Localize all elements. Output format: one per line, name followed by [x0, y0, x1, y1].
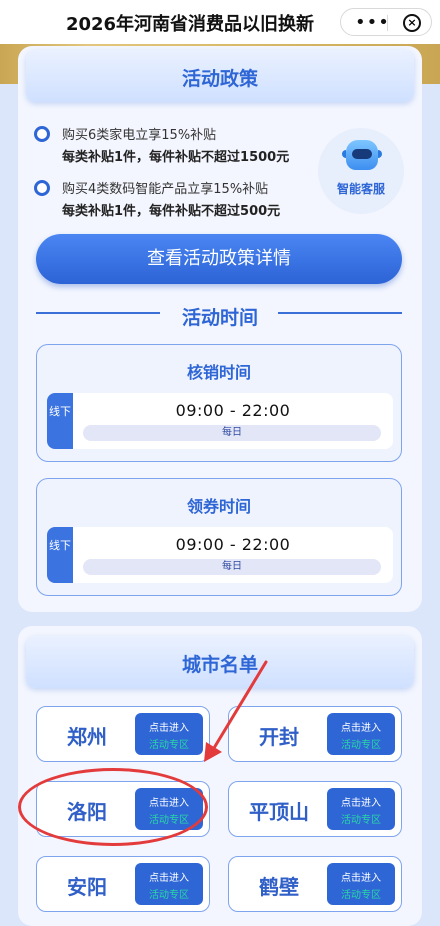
enter-zone-line1: 点击进入 [149, 873, 189, 884]
more-icon[interactable]: ••• [355, 12, 390, 33]
close-icon[interactable]: × [403, 14, 421, 32]
city-name: 平顶山 [249, 800, 309, 824]
enter-zone-line2: 活动专区 [149, 815, 189, 826]
coupon-time-title: 领券时间 [186, 497, 251, 516]
coupon-time-daily: 每日 [83, 559, 381, 575]
redeem-time-daily: 每日 [83, 425, 381, 441]
enter-zone-line1: 点击进入 [149, 798, 189, 809]
redeem-time-title: 核销时间 [186, 363, 251, 382]
bullet-icon [34, 126, 50, 142]
policy-detail-button[interactable]: 查看活动政策详情 [36, 234, 402, 284]
smart-assistant-button[interactable]: 智能客服 [318, 128, 404, 214]
policy-item-2-line2: 每类补贴1件，每件补贴不超过500元 [62, 204, 281, 219]
coupon-time-slot: 线下 09:00 - 22:00 每日 [47, 527, 393, 583]
top-bar: 2026年河南省消费品以旧换新 ••• × [0, 0, 440, 44]
enter-zone-button[interactable]: 点击进入 活动专区 [327, 863, 395, 905]
enter-zone-line1: 点击进入 [149, 723, 189, 734]
schedule-title: 活动时间 [181, 307, 258, 329]
policy-item-1-line1: 购买6类家电立享15%补贴 [62, 128, 217, 143]
policy-header-title: 活动政策 [181, 68, 258, 90]
coupon-time-card: 领券时间 线下 09:00 - 22:00 每日 [36, 478, 402, 596]
enter-zone-button[interactable]: 点击进入 活动专区 [327, 788, 395, 830]
policy-item-2-line1: 购买4类数码智能产品立享15%补贴 [62, 182, 269, 197]
enter-zone-line1: 点击进入 [341, 798, 381, 809]
city-name: 洛阳 [67, 800, 107, 824]
city-card-anyang[interactable]: 安阳 点击进入 活动专区 [36, 856, 210, 912]
redeem-time-card: 核销时间 线下 09:00 - 22:00 每日 [36, 344, 402, 462]
capsule-divider [387, 15, 388, 31]
coupon-time-range: 09:00 - 22:00 [175, 535, 291, 554]
enter-zone-line2: 活动专区 [149, 740, 189, 751]
page-title: 2026年河南省消费品以旧换新 [65, 14, 315, 35]
offline-tag: 线下 [47, 393, 73, 449]
enter-zone-button[interactable]: 点击进入 活动专区 [135, 713, 203, 755]
offline-tag: 线下 [47, 527, 73, 583]
city-card-luoyang[interactable]: 洛阳 点击进入 活动专区 [36, 781, 210, 837]
enter-zone-line2: 活动专区 [341, 890, 381, 901]
city-name: 郑州 [67, 725, 107, 749]
mini-program-capsule: ••• × [340, 8, 432, 36]
redeem-time-range: 09:00 - 22:00 [175, 401, 291, 420]
bullet-icon [34, 180, 50, 196]
city-card-pingdingshan[interactable]: 平顶山 点击进入 活动专区 [228, 781, 402, 837]
city-card-zhengzhou[interactable]: 郑州 点击进入 活动专区 [36, 706, 210, 762]
enter-zone-button[interactable]: 点击进入 活动专区 [327, 713, 395, 755]
smart-assistant-label: 智能客服 [336, 182, 385, 196]
city-card-hebi[interactable]: 鹤壁 点击进入 活动专区 [228, 856, 402, 912]
enter-zone-line2: 活动专区 [341, 815, 381, 826]
city-header: 城市名单 [26, 636, 414, 688]
enter-zone-button[interactable]: 点击进入 活动专区 [135, 863, 203, 905]
enter-zone-line1: 点击进入 [341, 723, 381, 734]
city-name: 开封 [259, 725, 299, 749]
robot-icon [342, 140, 382, 170]
policy-header: 活动政策 [26, 50, 414, 102]
enter-zone-line2: 活动专区 [149, 890, 189, 901]
section-divider-right [278, 312, 402, 314]
policy-item-1-line2: 每类补贴1件，每件补贴不超过1500元 [62, 150, 290, 165]
enter-zone-line2: 活动专区 [341, 740, 381, 751]
enter-zone-line1: 点击进入 [341, 873, 381, 884]
redeem-time-slot: 线下 09:00 - 22:00 每日 [47, 393, 393, 449]
city-card-kaifeng[interactable]: 开封 点击进入 活动专区 [228, 706, 402, 762]
enter-zone-button[interactable]: 点击进入 活动专区 [135, 788, 203, 830]
city-header-title: 城市名单 [181, 654, 258, 676]
